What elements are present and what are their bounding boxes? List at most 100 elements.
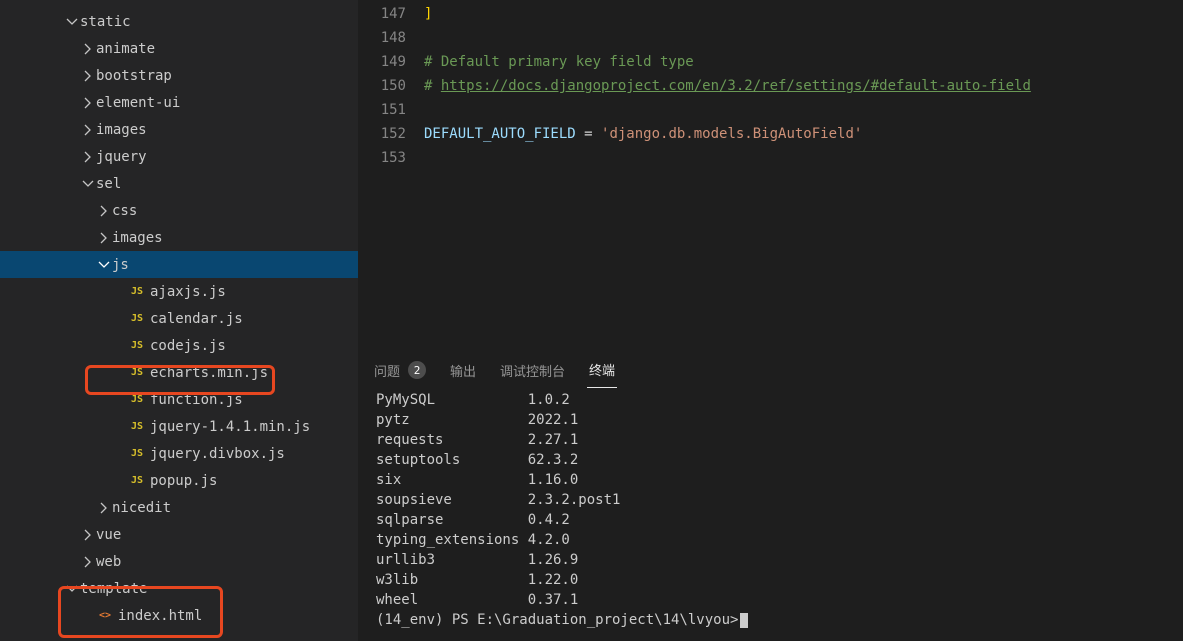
file-label: function.js — [150, 392, 243, 408]
file-calendar[interactable]: JS calendar.js — [0, 305, 358, 332]
folder-label: bootstrap — [96, 68, 172, 84]
code-comment: # Default primary key field type — [424, 54, 694, 70]
folder-label: images — [112, 230, 163, 246]
line-number: 152 — [358, 126, 424, 142]
js-file-icon: JS — [128, 364, 146, 382]
file-function[interactable]: JS function.js — [0, 386, 358, 413]
terminal-line: urllib3 1.26.9 — [376, 552, 1165, 572]
js-file-icon: JS — [128, 310, 146, 328]
line-number: 148 — [358, 30, 424, 46]
folder-label: images — [96, 122, 147, 138]
tab-label: 输出 — [450, 361, 476, 380]
file-index-html[interactable]: <> index.html — [0, 602, 358, 629]
chevron-right-icon — [80, 68, 96, 84]
problems-count-badge: 2 — [408, 361, 426, 379]
folder-label: animate — [96, 41, 155, 57]
file-label: ajaxjs.js — [150, 284, 226, 300]
chevron-right-icon — [96, 230, 112, 246]
terminal-prompt: (14_env) PS E:\Graduation_project\14\lvy… — [376, 612, 1165, 632]
file-codejs[interactable]: JS codejs.js — [0, 332, 358, 359]
terminal-cursor-icon — [740, 613, 748, 628]
code-link[interactable]: https://docs.djangoproject.com/en/3.2/re… — [441, 78, 1031, 94]
line-number: 150 — [358, 78, 424, 94]
tab-debug-console[interactable]: 调试控制台 — [498, 353, 567, 388]
folder-sel-js[interactable]: js — [0, 251, 358, 278]
file-explorer: static animate bootstrap element-ui ima — [0, 0, 358, 641]
code-string: 'django.db.models.BigAutoField' — [601, 126, 862, 142]
chevron-down-icon — [96, 257, 112, 273]
tab-output[interactable]: 输出 — [448, 353, 478, 388]
code-editor[interactable]: 147 ] 148 149 # Default primary key fiel… — [358, 0, 1183, 351]
chevron-right-icon — [80, 122, 96, 138]
file-popup[interactable]: JS popup.js — [0, 467, 358, 494]
file-label: popup.js — [150, 473, 217, 489]
tab-label: 调试控制台 — [500, 361, 565, 380]
tab-terminal[interactable]: 终端 — [587, 352, 617, 388]
js-file-icon: JS — [128, 445, 146, 463]
file-label: index.html — [118, 608, 202, 624]
line-number: 147 — [358, 6, 424, 22]
js-file-icon: JS — [128, 391, 146, 409]
folder-label: sel — [96, 176, 121, 192]
terminal-body[interactable]: PyMySQL 1.0.2 pytz 2022.1 requests 2.27.… — [358, 388, 1183, 641]
folder-vue[interactable]: vue — [0, 521, 358, 548]
js-file-icon: JS — [128, 283, 146, 301]
tab-label: 问题 — [374, 361, 400, 380]
chevron-right-icon — [80, 149, 96, 165]
line-number: 149 — [358, 54, 424, 70]
js-file-icon: JS — [128, 418, 146, 436]
folder-nicedit[interactable]: nicedit — [0, 494, 358, 521]
js-file-icon: JS — [128, 472, 146, 490]
folder-sel-css[interactable]: css — [0, 197, 358, 224]
file-label: jquery.divbox.js — [150, 446, 285, 462]
chevron-down-icon — [64, 581, 80, 597]
folder-label: css — [112, 203, 137, 219]
folder-label: js — [112, 257, 129, 273]
chevron-right-icon — [80, 95, 96, 111]
folder-element-ui[interactable]: element-ui — [0, 89, 358, 116]
folder-images[interactable]: images — [0, 116, 358, 143]
terminal-line: PyMySQL 1.0.2 — [376, 392, 1165, 412]
terminal-line: setuptools 62.3.2 — [376, 452, 1165, 472]
tab-label: 终端 — [589, 360, 615, 379]
terminal-line: pytz 2022.1 — [376, 412, 1165, 432]
folder-label: static — [80, 14, 131, 30]
folder-static[interactable]: static — [0, 8, 358, 35]
file-label: jquery-1.4.1.min.js — [150, 419, 310, 435]
file-echarts-min[interactable]: JS echarts.min.js — [0, 359, 358, 386]
tab-problems[interactable]: 问题 2 — [372, 353, 428, 388]
html-file-icon: <> — [96, 607, 114, 625]
terminal-line: wheel 0.37.1 — [376, 592, 1165, 612]
file-divbox[interactable]: JS jquery.divbox.js — [0, 440, 358, 467]
bottom-panel: 问题 2 输出 调试控制台 终端 PyMySQL 1.0.2 pytz 2022… — [358, 351, 1183, 641]
terminal-line: soupsieve 2.3.2.post1 — [376, 492, 1165, 512]
file-label: codejs.js — [150, 338, 226, 354]
folder-web[interactable]: web — [0, 548, 358, 575]
panel-tabs: 问题 2 输出 调试控制台 终端 — [358, 352, 1183, 388]
chevron-down-icon — [64, 14, 80, 30]
folder-template[interactable]: template — [0, 575, 358, 602]
terminal-line: sqlparse 0.4.2 — [376, 512, 1165, 532]
chevron-down-icon — [80, 176, 96, 192]
terminal-line: w3lib 1.22.0 — [376, 572, 1165, 592]
terminal-line: typing_extensions 4.2.0 — [376, 532, 1165, 552]
code-variable: DEFAULT_AUTO_FIELD — [424, 126, 576, 142]
chevron-right-icon — [96, 500, 112, 516]
folder-animate[interactable]: animate — [0, 35, 358, 62]
line-number: 153 — [358, 150, 424, 166]
terminal-line: six 1.16.0 — [376, 472, 1165, 492]
code-comment: # — [424, 78, 441, 94]
folder-bootstrap[interactable]: bootstrap — [0, 62, 358, 89]
chevron-right-icon — [96, 203, 112, 219]
file-ajaxjs[interactable]: JS ajaxjs.js — [0, 278, 358, 305]
folder-label: vue — [96, 527, 121, 543]
folder-jquery[interactable]: jquery — [0, 143, 358, 170]
file-label: echarts.min.js — [150, 365, 268, 381]
folder-sel-images[interactable]: images — [0, 224, 358, 251]
chevron-right-icon — [80, 554, 96, 570]
file-jquery141[interactable]: JS jquery-1.4.1.min.js — [0, 413, 358, 440]
file-label: calendar.js — [150, 311, 243, 327]
folder-sel[interactable]: sel — [0, 170, 358, 197]
code-token: ] — [424, 6, 432, 22]
folder-label: template — [80, 581, 147, 597]
